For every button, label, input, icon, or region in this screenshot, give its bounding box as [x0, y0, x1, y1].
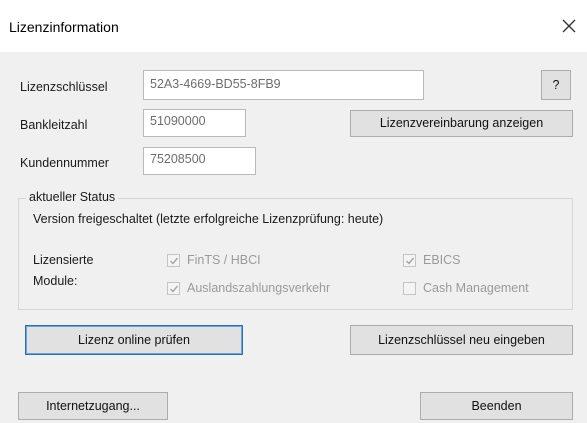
checkbox-box	[403, 282, 416, 295]
status-group-title: aktueller Status	[26, 190, 119, 204]
reenter-license-key-button[interactable]: Lizenzschlüssel neu eingeben	[350, 325, 573, 355]
customer-number-label: Kundennummer	[20, 156, 109, 170]
show-agreement-button[interactable]: Lizenzvereinbarung anzeigen	[350, 110, 573, 137]
close-icon[interactable]	[560, 17, 578, 35]
modules-label-line2: Module:	[33, 274, 78, 288]
checkbox-box	[403, 254, 416, 267]
checkmark-icon	[170, 257, 179, 265]
module-cash-management-label: Cash Management	[423, 281, 529, 295]
bank-code-field[interactable]: 51090000	[143, 109, 246, 137]
bank-code-label: Bankleitzahl	[20, 118, 88, 132]
internet-access-button[interactable]: Internetzugang...	[18, 392, 168, 420]
status-text: Version freigeschaltet (letzte erfolgrei…	[33, 212, 384, 226]
modules-label-line1: Lizensierte	[33, 253, 94, 267]
checkmark-icon	[406, 257, 415, 265]
module-fints-label: FinTS / HBCI	[187, 253, 261, 267]
quit-button[interactable]: Beenden	[420, 392, 573, 420]
checkbox-box	[167, 282, 180, 295]
module-foreign-payments-label: Auslandszahlungsverkehr	[187, 281, 331, 295]
title-bar: Lizenzinformation	[0, 0, 587, 52]
license-key-label: Lizenzschlüssel	[20, 80, 108, 94]
module-ebics-label: EBICS	[423, 253, 461, 267]
check-license-online-button[interactable]: Lizenz online prüfen	[25, 325, 243, 355]
checkbox-box	[167, 254, 180, 267]
help-button[interactable]: ?	[541, 70, 571, 100]
license-key-field[interactable]: 52A3-4669-BD55-8FB9	[143, 70, 424, 100]
checkmark-icon	[170, 285, 179, 293]
window-title: Lizenzinformation	[9, 19, 119, 35]
customer-number-field[interactable]: 75208500	[143, 147, 256, 175]
